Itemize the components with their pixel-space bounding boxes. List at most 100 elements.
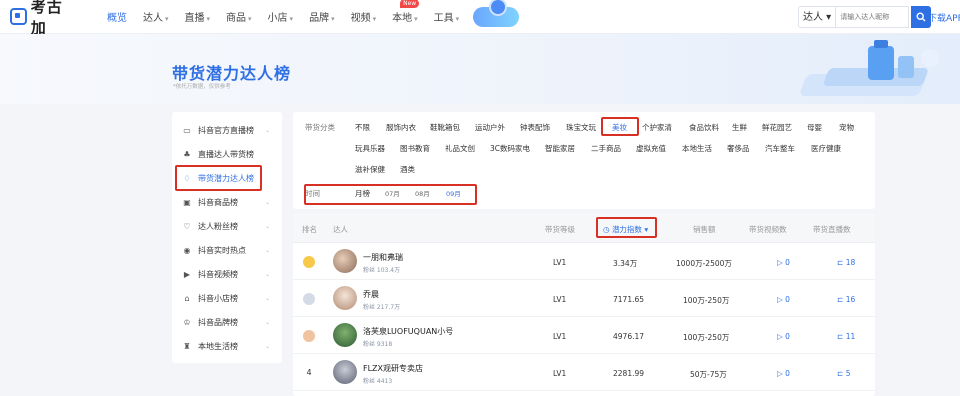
video-count[interactable]: ▷ 0 [777,369,790,378]
promo-banner-icon[interactable] [473,0,520,27]
avatar [333,286,357,310]
live-count[interactable]: ⊏ 16 [837,295,855,304]
category-tag[interactable]: 滋补保健 [355,164,385,175]
category-tag[interactable]: 服饰内衣 [386,122,416,133]
time-tag[interactable]: 07月 [385,188,400,198]
time-tag-selected[interactable]: 09月 [446,188,461,198]
category-tag[interactable]: 不限 [355,122,370,133]
logo-icon [10,8,27,25]
category-tag[interactable]: 医疗健康 [811,143,841,154]
video-count[interactable]: ▷ 0 [777,295,790,304]
live-count[interactable]: ⊏ 11 [837,332,855,341]
live-icon: ⊏ [837,369,844,378]
heart-icon: ♡ [183,221,191,231]
nav-live[interactable]: 直播 ▾ [177,9,219,24]
table-row[interactable]: 一朋和弗瑞 粉丝 103.4万 LV1 3.34万 1000万-2500万 ▷ … [293,243,875,280]
time-tag[interactable]: 08月 [415,188,430,198]
filter-panel: 带货分类 不限 服饰内衣 鞋靴箱包 运动户外 钟表配饰 珠宝文玩 美妆 个护家清… [293,112,875,209]
play-icon: ▷ [777,369,783,378]
header-potential-index[interactable]: ◷ 潜力指数 ▾ [603,224,648,235]
category-tag[interactable]: 珠宝文玩 [566,122,596,133]
video-count[interactable]: ▷ 0 [777,332,790,341]
category-tag[interactable]: 汽车整车 [765,143,795,154]
nav-local[interactable]: New 本地 ▾ [384,0,426,24]
category-tag-selected[interactable]: 美妆 [612,122,627,133]
video-icon: ▶ [183,269,191,279]
chevron-down-icon: ▾ [165,15,169,23]
table-row[interactable]: 乔晨 粉丝 217.7万 LV1 7171.65 100万-250万 ▷ 0 ⊏… [293,280,875,317]
header-level[interactable]: 带货等级 [545,224,575,235]
category-tag[interactable]: 奢侈品 [727,143,750,154]
rank-bronze-medal-icon [303,330,315,342]
category-tag[interactable]: 鲜花园艺 [762,122,792,133]
search-icon [916,12,926,22]
category-tag[interactable]: 玩具乐器 [355,143,385,154]
level-value: LV1 [553,369,567,378]
chevron-down-icon: ⌄ [264,198,270,206]
category-tag[interactable]: 运动户外 [475,122,505,133]
nav-shop[interactable]: 小店 ▾ [260,9,302,24]
live-count[interactable]: ⊏ 18 [837,258,855,267]
nav-tools[interactable]: 工具 ▾ [426,9,468,24]
fire-icon: ◉ [183,245,191,255]
avatar [333,249,357,273]
sales-value: 100万-250万 [683,333,730,342]
nav-brand[interactable]: 品牌 ▾ [301,9,343,24]
sidebar-item-douyin-official-live[interactable]: ▭ 抖音官方直播榜 ⌄ [182,120,274,140]
category-tag[interactable]: 鞋靴箱包 [430,122,460,133]
header-video-count[interactable]: 带货视频数 [749,224,787,235]
category-tag[interactable]: 母婴 [807,122,822,133]
talent-name[interactable]: 一朋和弗瑞 [363,252,403,263]
sidebar-item-fans[interactable]: ♡ 达人粉丝榜 ⌄ [182,216,274,236]
talent-name[interactable]: 乔晨 [363,289,379,300]
header-talent: 达人 [333,225,348,234]
nav-talent[interactable]: 达人 ▾ [135,9,177,24]
time-tag-monthly[interactable]: 月榜 [355,188,370,199]
sidebar-item-local-life[interactable]: ♜ 本地生活榜 ⌄ [182,336,274,356]
sidebar-item-hot-topics[interactable]: ◉ 抖音实时热点 ⌄ [182,240,274,260]
category-tag[interactable]: 图书教育 [400,143,430,154]
search-input[interactable] [835,6,910,28]
sidebar-item-live-sales[interactable]: ♣ 直播达人带货榜 [182,144,274,164]
main-nav: 概览 达人 ▾ 直播 ▾ 商品 ▾ 小店 ▾ 品牌 ▾ 视频 ▾ New 本地 ▾ 工具 ▾ [99,0,520,34]
live-icon: ⊏ [837,258,844,267]
category-tag[interactable]: 食品饮料 [689,122,719,133]
sidebar-item-goods[interactable]: ▣ 抖音商品榜 ⌄ [182,192,274,212]
nav-overview[interactable]: 概览 [99,9,135,24]
header-live-count[interactable]: 带货直播数 [813,224,851,235]
level-value: LV1 [553,258,567,267]
sidebar-item-brand[interactable]: ♔ 抖音品牌榜 ⌄ [182,312,274,332]
sidebar-item-shop[interactable]: ⌂ 抖音小店榜 ⌄ [182,288,274,308]
level-value: LV1 [553,332,567,341]
category-tag[interactable]: 礼品文创 [445,143,475,154]
search-scope-select[interactable]: 达人 ▾ [798,6,836,28]
category-tag[interactable]: 二手商品 [591,143,621,154]
talent-name[interactable]: 洛芙泉LUOFUQUAN小号 [363,326,453,337]
fans-count: 粉丝 4413 [363,378,393,385]
logo[interactable]: 考古加 [10,0,78,38]
sidebar-item-potential-talent[interactable]: ♢ 带货潜力达人榜 [182,168,274,188]
sidebar-item-video[interactable]: ▶ 抖音视频榜 ⌄ [182,264,274,284]
category-tag[interactable]: 生鲜 [732,122,747,133]
nav-video[interactable]: 视频 ▾ [343,9,385,24]
live-count[interactable]: ⊏ 5 [837,369,850,378]
page-subtitle: *依托万数据，仅供参考 [173,84,231,90]
video-count[interactable]: ▷ 0 [777,258,790,267]
category-tag[interactable]: 宠物 [839,122,854,133]
category-tag[interactable]: 虚拟充值 [636,143,666,154]
talent-name[interactable]: FLZX观研专卖店 [363,363,423,374]
header-sales[interactable]: 销售额 [693,224,716,235]
category-tag[interactable]: 钟表配饰 [520,122,550,133]
table-row[interactable]: 洛芙泉LUOFUQUAN小号 粉丝 9318 LV1 4976.17 100万-… [293,317,875,354]
hero-illustration [800,40,939,96]
table-row[interactable]: 4 FLZX观研专卖店 粉丝 4413 LV1 2281.99 50万-75万 … [293,354,875,391]
category-tag[interactable]: 个护家清 [642,122,672,133]
category-tag[interactable]: 智能家居 [545,143,575,154]
nav-goods[interactable]: 商品 ▾ [218,9,260,24]
search-bar: 达人 ▾ [798,6,932,28]
category-tag[interactable]: 本地生活 [682,143,712,154]
download-app-link[interactable]: 下载APP [928,11,960,24]
chevron-down-icon: ▾ [372,15,377,23]
category-tag[interactable]: 3C数码家电 [490,143,530,154]
category-tag[interactable]: 酒类 [400,164,415,175]
